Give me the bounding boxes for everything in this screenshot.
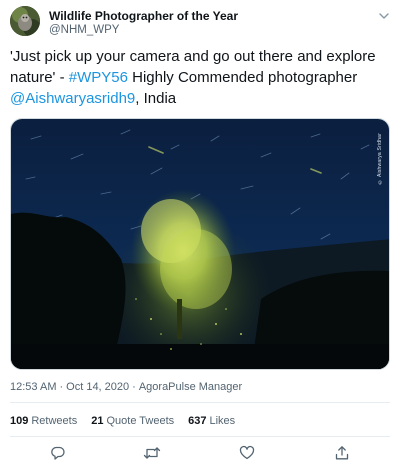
reply-button[interactable] bbox=[49, 444, 67, 462]
divider bbox=[10, 402, 390, 403]
retweets-stat[interactable]: 109 Retweets bbox=[10, 415, 77, 427]
meta-separator: · bbox=[59, 381, 64, 393]
retweets-label: Retweets bbox=[31, 415, 78, 427]
photo-credit: © Aishwarya Sridhar bbox=[377, 133, 383, 185]
reply-icon bbox=[51, 446, 65, 460]
quote-tweets-label: Quote Tweets bbox=[106, 415, 175, 427]
hashtag-link[interactable]: #WPY56 bbox=[69, 69, 128, 86]
author-name[interactable]: Wildlife Photographer of the Year bbox=[49, 9, 238, 23]
tweet-text-part: , India bbox=[135, 90, 177, 107]
mention-link[interactable]: @Aishwaryasridh9 bbox=[10, 90, 135, 107]
share-button[interactable] bbox=[333, 444, 351, 462]
tweet-photo[interactable]: © Aishwarya Sridhar bbox=[10, 118, 390, 370]
tweet-time[interactable]: 12:53 AM bbox=[10, 381, 56, 393]
quote-tweets-count: 21 bbox=[91, 415, 104, 427]
meta-separator: · bbox=[132, 381, 136, 393]
like-button[interactable] bbox=[238, 444, 256, 462]
avatar[interactable] bbox=[10, 6, 40, 36]
tweet-text: 'Just pick up your camera and go out the… bbox=[10, 46, 394, 109]
divider bbox=[10, 436, 390, 437]
tweet-stats: 109 Retweets 21 Quote Tweets 637 Likes bbox=[10, 415, 235, 427]
likes-count: 637 bbox=[188, 415, 207, 427]
author-handle[interactable]: @NHM_WPY bbox=[49, 24, 119, 36]
likes-stat[interactable]: 637 Likes bbox=[188, 415, 235, 427]
tweet-date[interactable]: Oct 14, 2020 bbox=[66, 381, 129, 393]
tweet-text-part: Highly Commended photographer bbox=[127, 69, 358, 86]
photo-image bbox=[11, 119, 389, 369]
share-icon bbox=[335, 446, 349, 460]
likes-label: Likes bbox=[209, 415, 236, 427]
retweet-icon bbox=[143, 447, 161, 459]
retweets-count: 109 bbox=[10, 415, 29, 427]
retweet-button[interactable] bbox=[143, 444, 161, 462]
chevron-down-icon[interactable] bbox=[377, 9, 391, 23]
heart-icon bbox=[239, 445, 255, 460]
tweet-source[interactable]: AgoraPulse Manager bbox=[139, 381, 242, 393]
quote-tweets-stat[interactable]: 21 Quote Tweets bbox=[91, 415, 174, 427]
tweet: Wildlife Photographer of the Year @NHM_W… bbox=[0, 0, 400, 470]
tweet-meta: 12:53 AM · Oct 14, 2020 · AgoraPulse Manager bbox=[10, 381, 242, 393]
